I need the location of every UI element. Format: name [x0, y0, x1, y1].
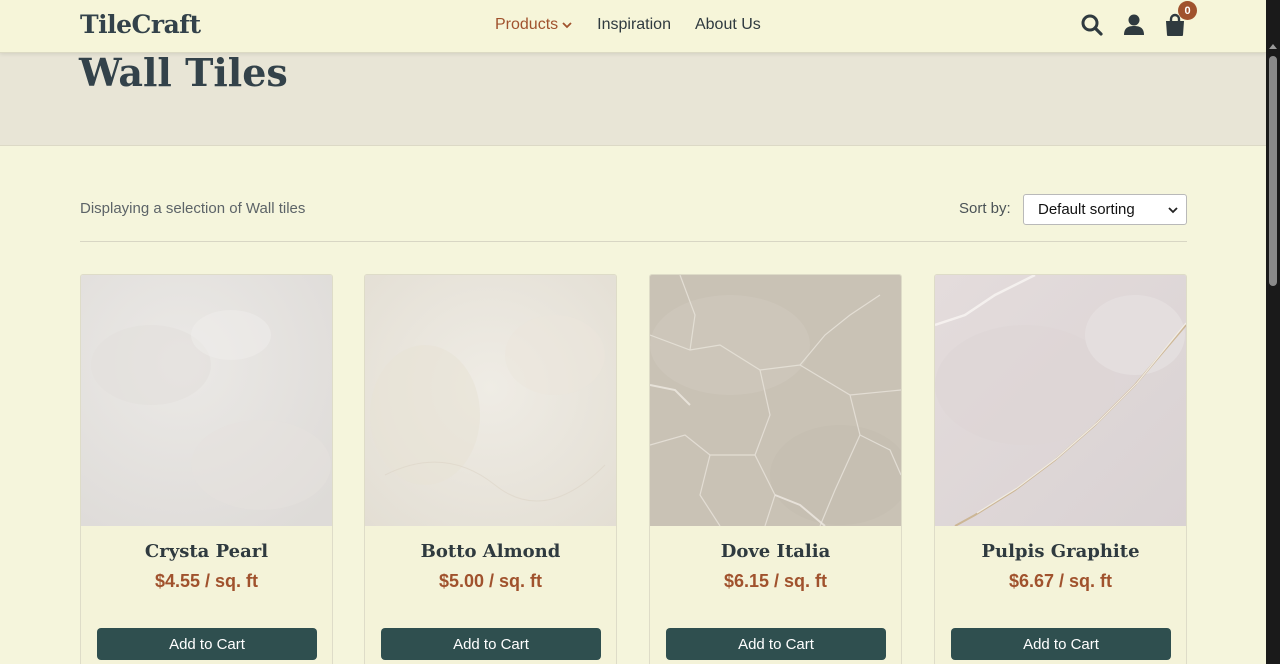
nav-inspiration[interactable]: Inspiration [597, 16, 671, 34]
add-to-cart-button[interactable]: Add to Cart [666, 628, 886, 660]
product-card: Pulpis Graphite $6.67 / sq. ft Add to Ca… [934, 274, 1187, 664]
scrollbar-thumb[interactable] [1269, 56, 1277, 286]
add-to-cart-button[interactable]: Add to Cart [951, 628, 1171, 660]
product-name[interactable]: Crysta Pearl [81, 541, 332, 562]
product-name[interactable]: Dove Italia [650, 541, 901, 562]
product-image[interactable] [81, 275, 332, 526]
product-price: $4.55 / sq. ft [154, 571, 259, 591]
user-icon[interactable] [1122, 12, 1146, 38]
toolbar-divider [80, 241, 1187, 242]
product-image[interactable] [365, 275, 616, 526]
results-count-text: Displaying a selection of Wall tiles [80, 200, 306, 217]
product-card: Botto Almond $5.00 / sq. ft Add to Cart [364, 274, 617, 664]
sort-label: Sort by: [959, 200, 1011, 217]
product-image[interactable] [650, 275, 901, 526]
nav-about-us[interactable]: About Us [695, 16, 761, 34]
product-price: $6.67 / sq. ft [1008, 571, 1113, 591]
product-price: $6.15 / sq. ft [723, 571, 828, 591]
chevron-down-icon [562, 22, 572, 29]
product-card: Crysta Pearl $4.55 / sq. ft Add to Cart [80, 274, 333, 664]
scroll-up-arrow-icon[interactable] [1269, 44, 1277, 49]
product-price: $5.00 / sq. ft [438, 571, 543, 591]
page-title-band: Wall Tiles [0, 50, 1266, 146]
add-to-cart-button[interactable]: Add to Cart [381, 628, 601, 660]
product-image[interactable] [935, 275, 1186, 526]
product-name[interactable]: Botto Almond [365, 541, 616, 562]
site-header: TileCraft Products Inspiration About Us … [0, 0, 1266, 53]
chevron-down-icon [1168, 207, 1178, 214]
search-icon[interactable] [1080, 12, 1104, 38]
site-logo[interactable]: TileCraft [80, 10, 201, 39]
cart-count-badge: 0 [1178, 1, 1197, 20]
main-nav: Products Inspiration About Us [495, 16, 761, 34]
nav-products[interactable]: Products [495, 16, 573, 34]
add-to-cart-button[interactable]: Add to Cart [97, 628, 317, 660]
sort-selected-value: Default sorting [1038, 201, 1135, 218]
product-name[interactable]: Pulpis Graphite [935, 541, 1186, 562]
vertical-scrollbar[interactable] [1266, 0, 1280, 664]
page-title: Wall Tiles [79, 50, 288, 95]
nav-products-label: Products [495, 16, 559, 33]
page-viewport: TileCraft Products Inspiration About Us … [0, 0, 1266, 664]
sort-select[interactable]: Default sorting [1023, 194, 1187, 225]
product-card: Dove Italia $6.15 / sq. ft Add to Cart [649, 274, 902, 664]
